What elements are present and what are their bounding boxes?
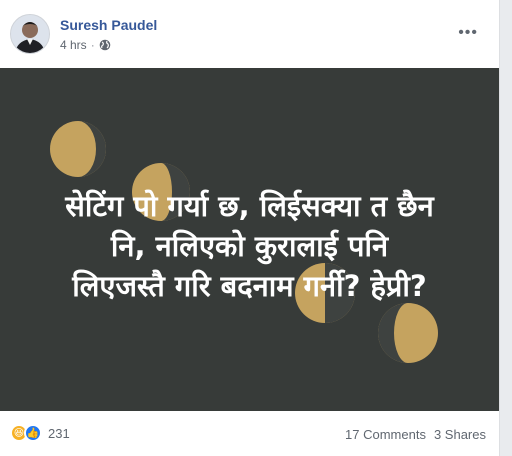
post-image[interactable]: सेटिंग पो गर्या छ, लिईसक्या त छैन नि, नल…: [0, 68, 499, 411]
meta-separator: ·: [90, 38, 95, 52]
like-icon[interactable]: 👍: [24, 424, 42, 442]
shares-link[interactable]: 3 Shares: [434, 427, 486, 442]
reactions-summary[interactable]: 😆 👍 231: [10, 424, 70, 442]
post-header: Suresh Paudel 4 hrs · •••: [10, 12, 490, 56]
author-name[interactable]: Suresh Paudel: [60, 17, 157, 33]
post-footer: 😆 👍 231 17 Comments 3 Shares: [0, 411, 499, 456]
reaction-count[interactable]: 231: [48, 426, 70, 441]
caption-line: नि, नलिएको कुरालाई पनि: [110, 229, 389, 263]
image-caption: सेटिंग पो गर्या छ, लिईसक्या त छैन नि, नल…: [20, 186, 479, 306]
post-card: Suresh Paudel 4 hrs · ••• सेटिंग पो गर्य…: [0, 0, 500, 456]
caption-line: सेटिंग पो गर्या छ, लिईसक्या त छैन: [65, 189, 434, 223]
post-meta: 4 hrs ·: [60, 38, 111, 52]
globe-icon[interactable]: [99, 39, 111, 51]
post-timestamp[interactable]: 4 hrs: [60, 38, 87, 52]
author-avatar[interactable]: [10, 14, 50, 54]
comments-link[interactable]: 17 Comments: [345, 427, 426, 442]
ellipsis-icon[interactable]: •••: [458, 24, 478, 42]
post-stats: 17 Comments 3 Shares: [345, 427, 486, 442]
moon-phase-1: [50, 121, 106, 177]
moon-phase-4: [378, 303, 438, 363]
caption-line: लिएजस्तै गरि बदनाम गर्नी? हेप्री?: [72, 269, 427, 303]
